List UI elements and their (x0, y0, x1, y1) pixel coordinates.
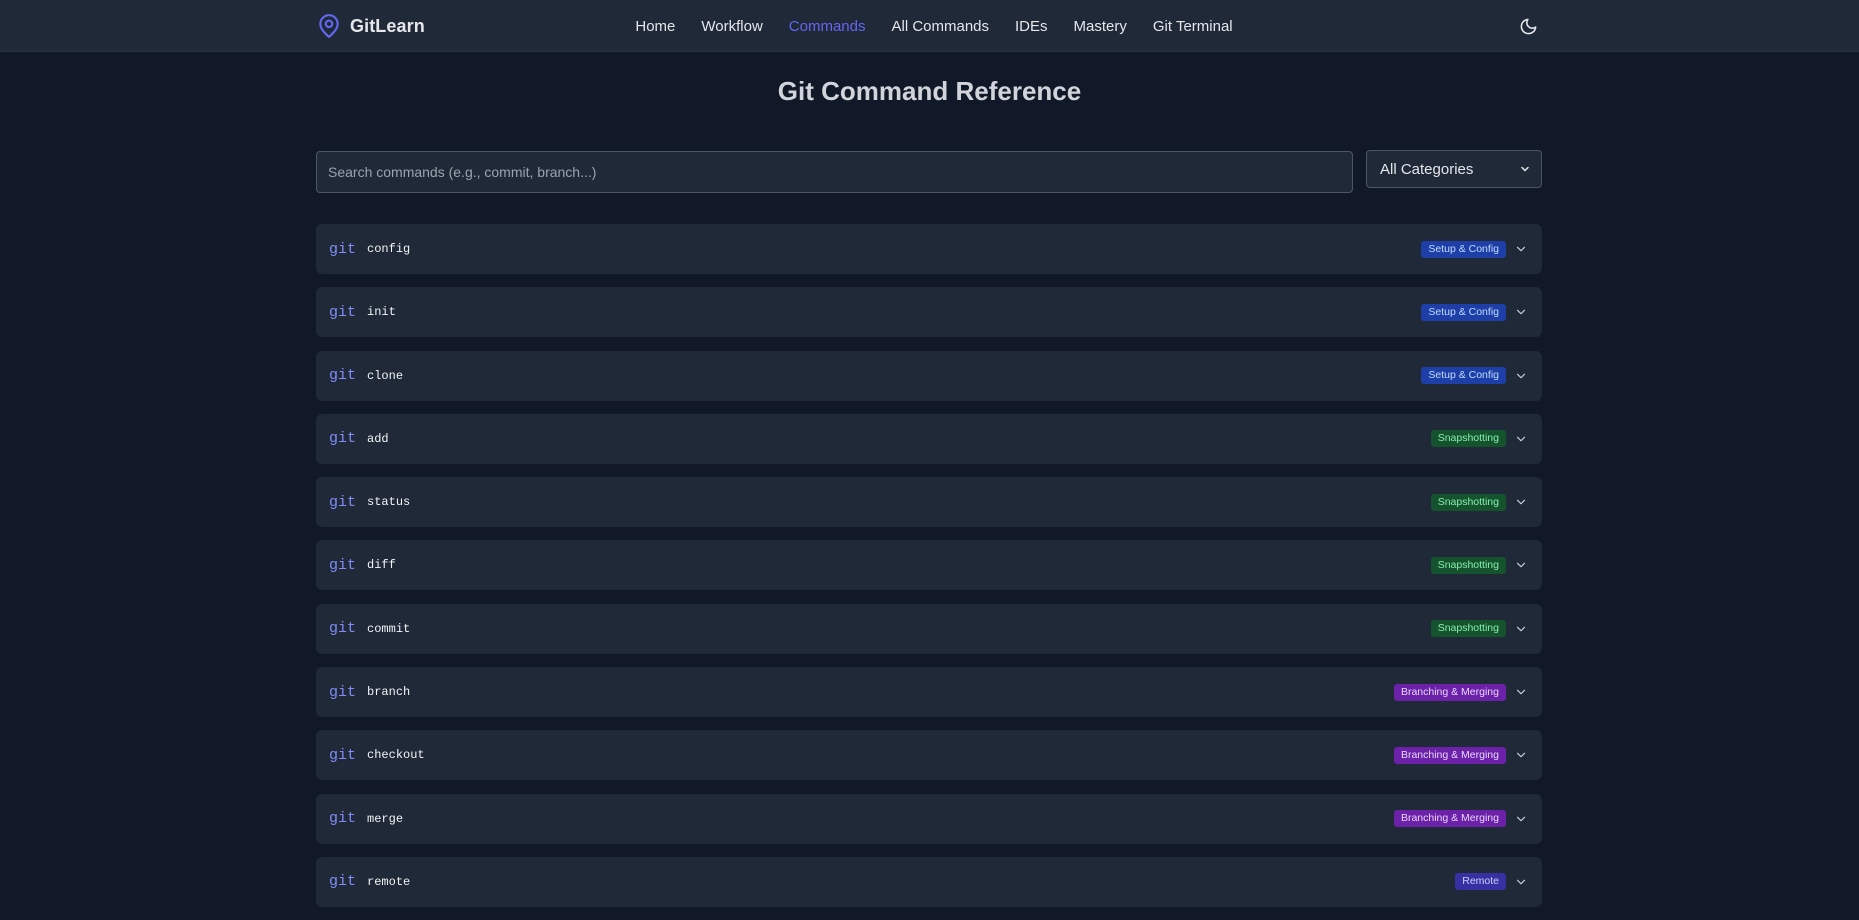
brand-logo-link[interactable]: GitLearn (316, 0, 425, 52)
chevron-down-icon[interactable] (1514, 812, 1528, 826)
command-card-remote[interactable]: git remote Remote (316, 856, 1542, 907)
git-prefix: git (329, 873, 357, 891)
command-card-checkout[interactable]: git checkout Branching & Merging (316, 730, 1542, 781)
category-badge: Snapshotting (1430, 556, 1506, 574)
chevron-down-icon[interactable] (1514, 432, 1528, 446)
command-name: init (367, 305, 396, 320)
command-name: status (367, 495, 411, 510)
command-name: clone (367, 368, 404, 383)
command-card-clone[interactable]: git clone Setup & Config (316, 350, 1542, 401)
git-prefix: git (329, 556, 357, 574)
category-badge: Snapshotting (1430, 493, 1506, 511)
chevron-down-icon[interactable] (1514, 748, 1528, 762)
nav-link-mastery[interactable]: Mastery (1074, 18, 1127, 35)
git-prefix: git (329, 620, 357, 638)
category-badge: Setup & Config (1421, 303, 1506, 321)
command-name: remote (367, 874, 411, 889)
theme-toggle-button[interactable] (1514, 12, 1542, 40)
command-name: diff (367, 558, 396, 573)
category-badge: Remote (1455, 873, 1506, 891)
category-badge: Branching & Merging (1393, 746, 1506, 764)
nav-link-git-terminal[interactable]: Git Terminal (1153, 18, 1233, 35)
chevron-down-icon[interactable] (1514, 495, 1528, 509)
command-name: config (367, 242, 411, 256)
page-title: Git Command Reference (777, 76, 1082, 106)
chevron-down-icon[interactable] (1514, 685, 1528, 699)
nav-link-ides[interactable]: IDEs (1015, 18, 1048, 35)
top-navbar: GitLearn Home Workflow Commands All Comm… (0, 0, 1859, 52)
chevron-down-icon[interactable] (1514, 305, 1528, 319)
category-badge: Setup & Config (1421, 240, 1506, 258)
nav-link-all-commands[interactable]: All Commands (891, 18, 989, 35)
category-filter-select[interactable]: All Categories (1366, 150, 1542, 188)
git-prefix: git (329, 240, 357, 258)
git-prefix: git (329, 746, 357, 764)
category-badge: Branching & Merging (1393, 810, 1506, 828)
command-name: branch (367, 685, 411, 700)
command-name: checkout (367, 748, 425, 763)
command-card-commit[interactable]: git commit Snapshotting (316, 603, 1542, 654)
git-prefix: git (329, 683, 357, 701)
command-card-diff[interactable]: git diff Snapshotting (316, 540, 1542, 591)
command-card-add[interactable]: git add Snapshotting (316, 413, 1542, 464)
chevron-down-icon[interactable] (1514, 558, 1528, 572)
category-badge: Branching & Merging (1393, 683, 1506, 701)
command-list: git config Setup & Config git init Setup… (316, 224, 1542, 920)
git-prefix: git (329, 430, 357, 448)
map-pin-icon (319, 14, 339, 38)
command-card-config[interactable]: git config Setup & Config (316, 224, 1542, 274)
command-name: merge (367, 811, 404, 826)
chevron-down-icon[interactable] (1514, 369, 1528, 383)
command-card-init[interactable]: git init Setup & Config (316, 287, 1542, 338)
command-name: commit (367, 621, 411, 636)
category-badge: Snapshotting (1430, 620, 1506, 638)
main-nav: Home Workflow Commands All Commands IDEs… (316, 0, 1542, 52)
command-card-status[interactable]: git status Snapshotting (316, 477, 1542, 528)
category-badge: Setup & Config (1421, 367, 1506, 385)
navbar-inner: GitLearn Home Workflow Commands All Comm… (316, 0, 1542, 52)
chevron-down-icon[interactable] (1514, 875, 1528, 889)
git-prefix: git (329, 303, 357, 321)
search-input[interactable] (316, 151, 1353, 193)
git-prefix: git (329, 367, 357, 385)
category-badge: Snapshotting (1430, 430, 1506, 448)
nav-link-commands[interactable]: Commands (789, 18, 866, 35)
brand-name: GitLearn (350, 15, 425, 36)
command-name: add (367, 431, 389, 446)
git-prefix: git (329, 810, 357, 828)
nav-link-home[interactable]: Home (635, 18, 675, 35)
chevron-down-icon[interactable] (1514, 242, 1528, 256)
chevron-down-icon (1521, 166, 1529, 172)
category-filter-value: All Categories (1380, 160, 1474, 178)
nav-link-workflow[interactable]: Workflow (701, 18, 762, 35)
command-card-branch[interactable]: git branch Branching & Merging (316, 667, 1542, 718)
moon-icon (1520, 18, 1536, 34)
git-prefix: git (329, 493, 357, 511)
command-card-merge[interactable]: git merge Branching & Merging (316, 793, 1542, 844)
chevron-down-icon[interactable] (1514, 622, 1528, 636)
